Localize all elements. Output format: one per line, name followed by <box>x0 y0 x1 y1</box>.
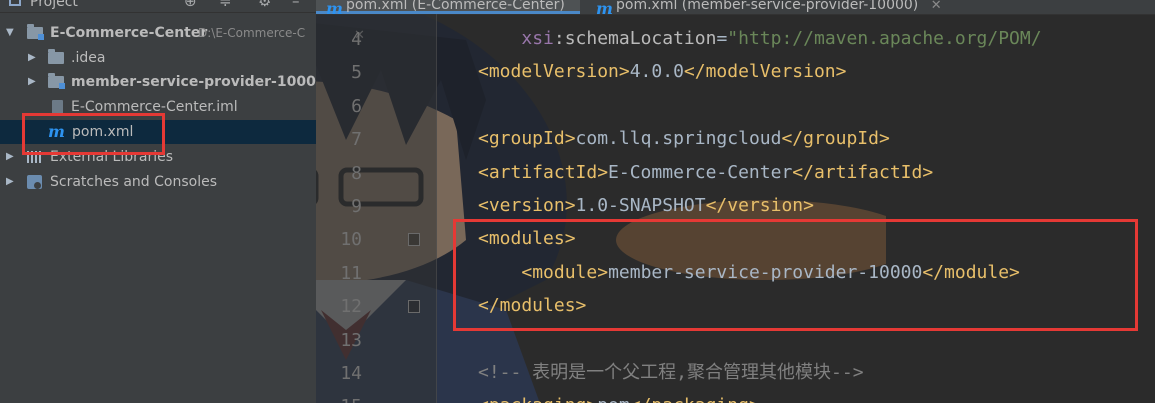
line-number: 11 <box>340 262 362 284</box>
project-panel: Project ⊕ ≑ ⚙ – ▼ E-Commerce-Center D:\E… <box>0 0 316 403</box>
module-folder-icon <box>48 73 65 89</box>
fold-marker-icon[interactable] <box>408 300 420 314</box>
tree-item-e-commerce-center[interactable]: ▼ E-Commerce-Center D:\E-Commerce-C <box>0 21 316 45</box>
code-editor[interactable]: m pom.xml (E-Commerce-Center) ✕ m pom.xm… <box>316 0 1155 403</box>
code-token: </artifactId> <box>792 161 934 183</box>
module-folder-icon <box>27 24 44 40</box>
line-number: 5 <box>351 62 362 84</box>
tree-item-label: member-service-provider-10000 <box>71 74 316 90</box>
code-token: <artifactId> <box>478 161 609 183</box>
highlight-box-modules <box>453 219 1138 331</box>
line-number-gutter: 4 5 6 7 8 9 10 11 12 13 14 15 <box>316 14 437 403</box>
code-token: <modelVersion> <box>478 61 630 83</box>
line-number: 10 <box>340 229 362 251</box>
tree-item-label: .idea <box>71 50 106 66</box>
chevron-right-icon[interactable]: ▶ <box>28 70 36 94</box>
tree-item-member-service-provider[interactable]: ▶ member-service-provider-10000 <box>0 70 316 94</box>
code-token: com.llq.springcloud <box>575 128 782 150</box>
target-icon[interactable]: ⊕ <box>184 0 197 10</box>
line-number: 7 <box>351 129 362 151</box>
code-token: xsi <box>521 28 554 49</box>
folder-icon <box>48 49 64 64</box>
line-number: 13 <box>340 329 362 351</box>
project-panel-title[interactable]: Project <box>30 0 78 10</box>
collapse-icon[interactable]: ≑ <box>219 0 232 10</box>
editor-tab-bar: m pom.xml (E-Commerce-Center) ✕ m pom.xm… <box>316 0 1155 43</box>
code-token: <version> <box>478 195 576 216</box>
tab-pom-e-commerce-center[interactable]: m pom.xml (E-Commerce-Center) ✕ <box>316 0 580 43</box>
code-line[interactable]: <version>1.0-SNAPSHOT</version> <box>478 189 814 222</box>
code-token: 4.0.0 <box>629 61 684 83</box>
tree-item-label: Scratches and Consoles <box>50 174 217 190</box>
minimize-icon[interactable]: – <box>292 0 300 10</box>
code-token: <!-- 表明是一个父工程,聚合管理其他模块--> <box>478 362 864 383</box>
fold-marker-icon[interactable] <box>408 233 420 247</box>
code-token: 1.0-SNAPSHOT <box>575 195 706 216</box>
code-line[interactable]: xsi:schemaLocation="http://maven.apache.… <box>478 22 1042 55</box>
line-number: 4 <box>351 29 362 50</box>
chevron-right-icon[interactable]: ▶ <box>28 46 36 70</box>
close-icon[interactable]: ✕ <box>931 0 942 13</box>
code-line[interactable]: <packaging>pom</packaging> <box>478 389 760 403</box>
project-icon <box>9 0 21 6</box>
project-panel-header: Project ⊕ ≑ ⚙ – <box>0 0 316 13</box>
iml-file-icon <box>52 100 63 114</box>
chevron-down-icon[interactable]: ▼ <box>6 21 14 45</box>
code-line[interactable]: <!-- 表明是一个父工程,聚合管理其他模块--> <box>478 356 864 389</box>
tree-item-idea[interactable]: ▶ .idea <box>0 46 316 70</box>
line-number: 8 <box>351 162 362 184</box>
chevron-right-icon[interactable]: ▶ <box>6 145 14 169</box>
tab-pom-member-service[interactable]: m pom.xml (member-service-provider-10000… <box>586 0 946 18</box>
chevron-right-icon[interactable]: ▶ <box>6 170 14 194</box>
line-number: 6 <box>351 95 362 117</box>
code-line[interactable]: <artifactId>E-Commerce-Center</artifactI… <box>478 156 933 189</box>
gear-icon[interactable]: ⚙ <box>258 0 271 10</box>
tree-item-path: D:\E-Commerce-C <box>198 26 306 40</box>
code-token: = <box>716 28 728 49</box>
code-token: E-Commerce-Center <box>608 161 793 183</box>
code-token: </modelVersion> <box>683 61 847 83</box>
code-token: </packaging> <box>630 395 760 403</box>
code-line[interactable]: <groupId>com.llq.springcloud</groupId> <box>478 122 890 155</box>
code-token: :schemaLocation <box>553 28 717 49</box>
line-number: 12 <box>340 296 362 318</box>
highlight-box-pom <box>22 113 165 155</box>
code-token: </version> <box>705 195 814 216</box>
code-token: pom <box>597 395 630 403</box>
tab-label: pom.xml (E-Commerce-Center) <box>346 0 565 13</box>
code-token: </groupId> <box>781 128 890 150</box>
tab-label: pom.xml (member-service-provider-10000) <box>616 0 919 13</box>
code-token: "http://maven.apache.org/POM/ <box>727 28 1042 49</box>
line-number: 14 <box>340 363 362 384</box>
code-token: <groupId> <box>478 128 576 150</box>
tree-item-label: E-Commerce-Center <box>50 25 208 41</box>
code-line[interactable]: <modelVersion>4.0.0</modelVersion> <box>478 55 846 88</box>
code-token: <packaging> <box>478 395 597 403</box>
scratches-icon <box>27 175 42 189</box>
tree-item-scratches[interactable]: ▶ Scratches and Consoles <box>0 170 316 194</box>
maven-icon: m <box>596 0 613 18</box>
line-number: 15 <box>316 396 362 403</box>
line-number: 9 <box>351 196 362 217</box>
